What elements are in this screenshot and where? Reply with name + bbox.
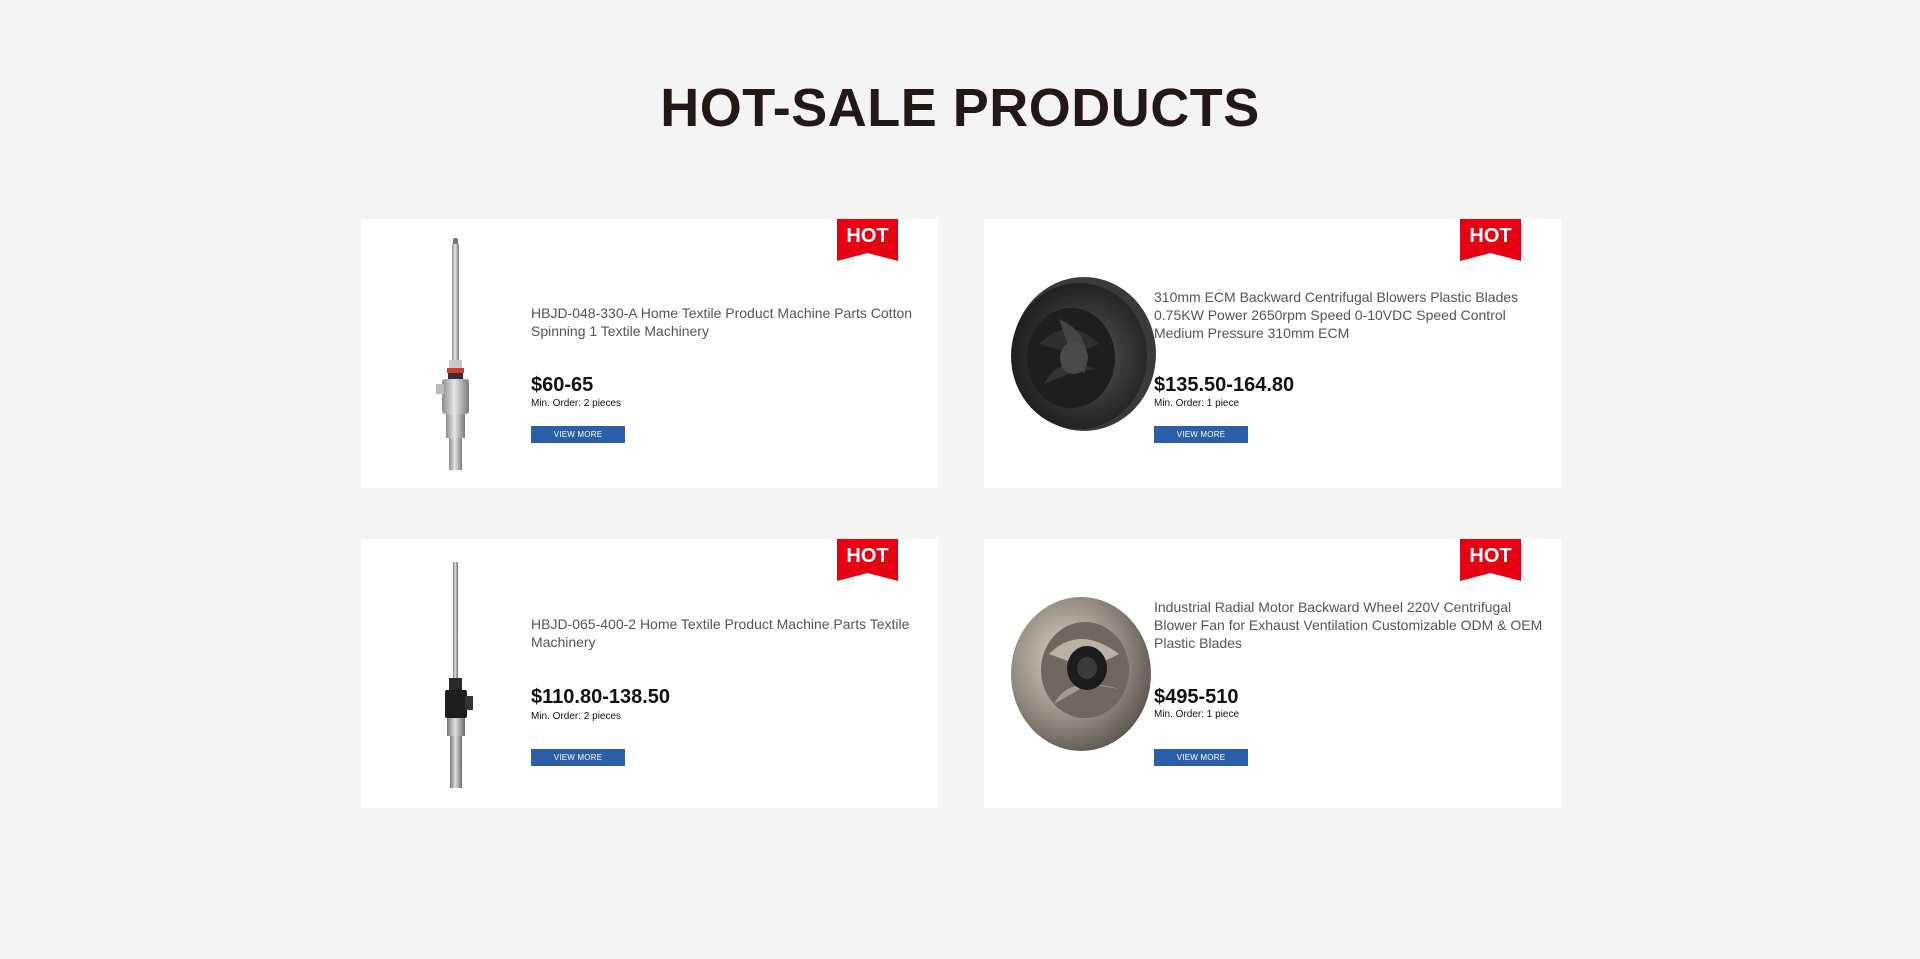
product-image[interactable] [371,549,541,799]
section-title: HOT-SALE PRODUCTS [660,78,1260,138]
product-image[interactable] [994,549,1164,799]
product-title[interactable]: HBJD-048-330-A Home Textile Product Mach… [531,304,923,340]
product-card[interactable]: HOT HBJD-065-400-2 Home Textile Product … [361,539,938,808]
min-order: Min. Order: 1 piece [1154,709,1240,720]
view-more-button[interactable]: VIEW MORE [1154,426,1248,443]
product-card[interactable]: HOT HBJD-048-330-A Home Textile Product … [361,219,938,488]
product-info: 310mm ECM Backward Centrifugal Blowers P… [1154,219,1546,488]
product-card[interactable]: HOT Industrial Radial Motor Backward Whe… [984,539,1561,808]
product-info: HBJD-048-330-A Home Textile Product Mach… [531,219,923,488]
textile-spindle-part-image [436,238,469,470]
product-card[interactable]: HOT 310mm ECM Backward Centrifugal Blowe… [984,219,1561,488]
textile-spindle-part-image [445,562,473,788]
view-more-button[interactable]: VIEW MORE [531,749,625,766]
min-order: Min. Order: 1 piece [1154,398,1240,409]
product-image[interactable] [994,229,1164,479]
product-price: $110.80-138.50 [531,686,671,708]
product-image[interactable] [371,229,541,479]
metal-radial-fan-wheel-image [1011,597,1151,751]
product-info: Industrial Radial Motor Backward Wheel 2… [1154,539,1546,808]
min-order: Min. Order: 2 pieces [531,398,622,409]
black-centrifugal-blower-image [1011,277,1156,431]
product-title[interactable]: Industrial Radial Motor Backward Wheel 2… [1154,598,1546,652]
product-price: $495-510 [1154,686,1239,708]
view-more-button[interactable]: VIEW MORE [531,426,625,443]
product-title[interactable]: HBJD-065-400-2 Home Textile Product Mach… [531,615,923,651]
min-order: Min. Order: 2 pieces [531,711,622,722]
product-price: $60-65 [531,374,594,396]
product-title[interactable]: 310mm ECM Backward Centrifugal Blowers P… [1154,288,1546,342]
product-price: $135.50-164.80 [1154,374,1295,396]
product-info: HBJD-065-400-2 Home Textile Product Mach… [531,539,923,808]
view-more-button[interactable]: VIEW MORE [1154,749,1248,766]
